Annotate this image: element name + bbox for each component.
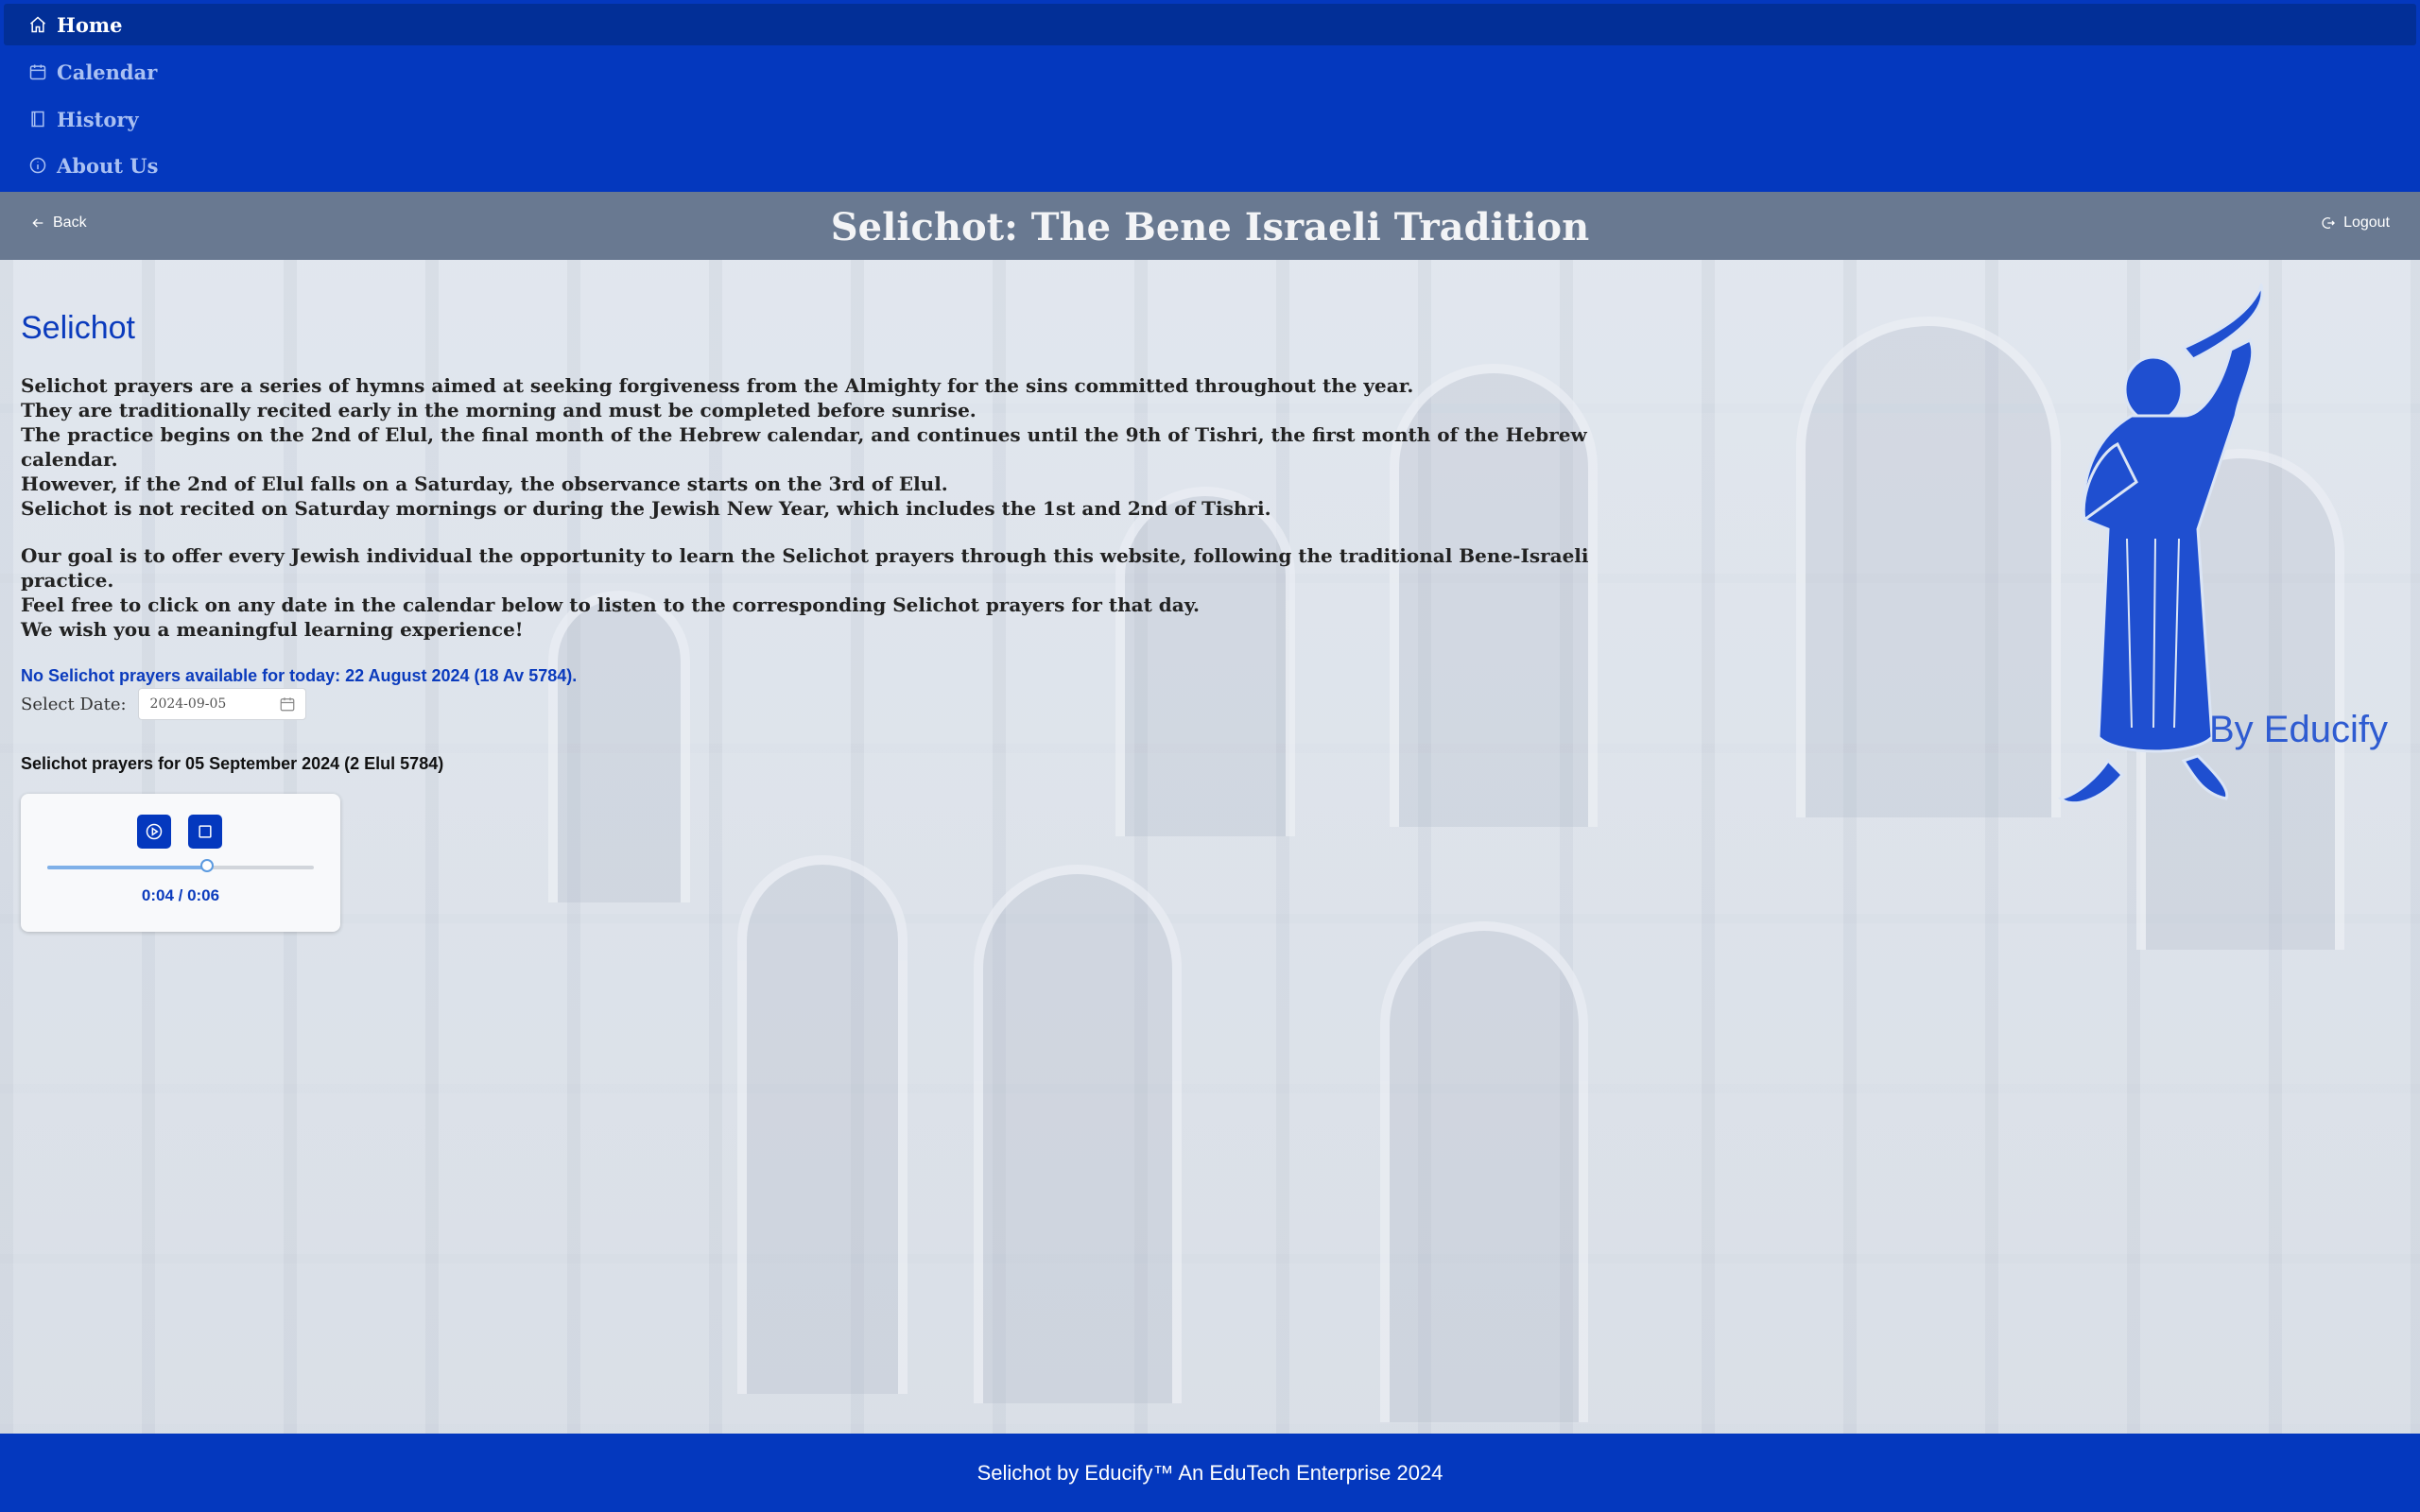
logout-label: Logout [2343,215,2390,231]
calendar-icon [29,64,46,80]
nav-item-about-us[interactable]: About Us [4,145,2416,186]
progress-slider[interactable] [47,859,314,872]
intro-paragraph: Selichot prayers are a series of hymns a… [21,373,1628,521]
intro-line: However, if the 2nd of Elul falls on a S… [21,472,948,495]
intro-line: Selichot is not recited on Saturday morn… [21,497,1271,520]
section-title: Selichot [21,310,135,346]
goal-line: We wish you a meaningful learning experi… [21,618,524,641]
stop-button[interactable] [188,815,222,849]
page-header: Back Selichot: The Bene Israeli Traditio… [0,192,2420,260]
date-input[interactable]: 2024-09-05 [137,688,306,720]
nav-item-home[interactable]: Home [4,4,2416,45]
progress-thumb[interactable] [200,859,215,872]
date-label: Select Date: [21,694,127,714]
date-value: 2024-09-05 [149,696,227,712]
stop-icon [199,825,212,838]
nav-item-label: Calendar [57,60,158,84]
page-footer: Selichot by Educify™ An EduTech Enterpri… [0,1434,2420,1512]
prayers-heading: Selichot prayers for 05 September 2024 (… [21,754,444,773]
goal-line: Feel free to click on any date in the ca… [21,593,1201,616]
top-navigation: Home Calendar History About Us [0,0,2420,192]
book-icon [31,111,44,128]
goal-paragraph: Our goal is to offer every Jewish indivi… [21,543,1628,642]
footer-text: Selichot by Educify™ An EduTech Enterpri… [977,1460,1443,1485]
nav-item-history[interactable]: History [4,98,2416,140]
home-icon [30,16,45,33]
goal-line: Our goal is to offer every Jewish indivi… [21,544,1589,592]
logout-icon [2322,217,2336,229]
intro-line: They are traditionally recited early in … [21,399,977,421]
page-title: Selichot: The Bene Israeli Tradition [830,205,1590,249]
calendar-icon[interactable] [279,696,296,713]
nav-item-label: About Us [57,153,159,178]
nav-item-calendar[interactable]: Calendar [4,51,2416,93]
date-picker-row: Select Date: 2024-09-05 [21,688,306,720]
nav-item-label: History [57,107,139,131]
play-button[interactable] [137,815,171,849]
intro-line: Selichot prayers are a series of hymns a… [21,374,1414,397]
info-icon [29,157,46,174]
time-display: 0:04 / 0:06 [141,886,220,904]
progress-fill [47,866,208,869]
brand-tagline: By Educify [2209,709,2388,750]
main-content: Selichot Selichot prayers are a series o… [21,302,1628,686]
audio-player: 0:04 / 0:06 [21,794,340,932]
intro-line: The practice begins on the 2nd of Elul, … [21,423,1587,471]
nav-item-label: Home [57,12,123,37]
play-icon [146,823,163,840]
today-status-note: No Selichot prayers available for today:… [21,666,578,685]
logout-button[interactable]: Logout [2321,215,2390,232]
